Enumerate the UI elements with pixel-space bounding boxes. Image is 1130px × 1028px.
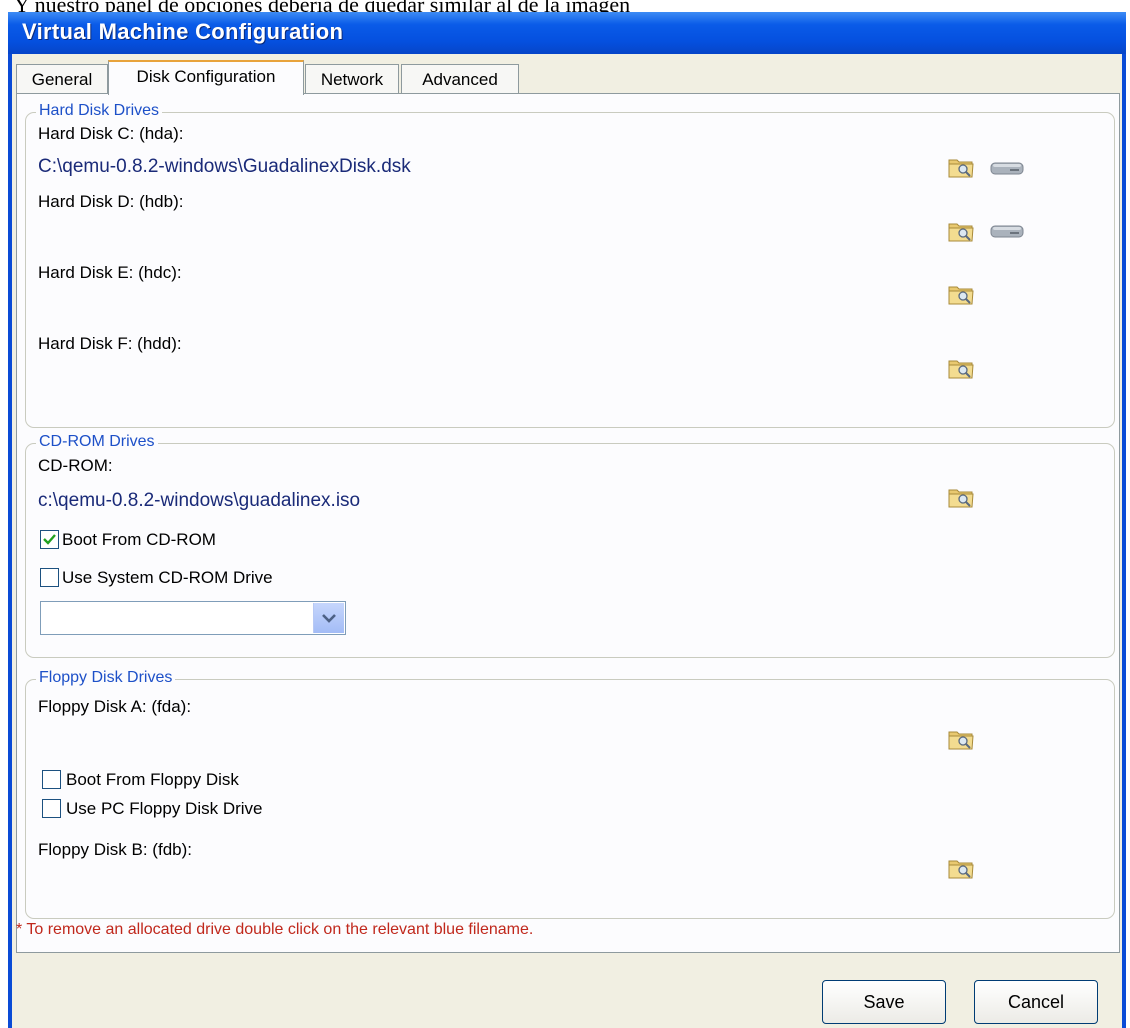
- dropdown-button[interactable]: [313, 603, 344, 633]
- hard-drive-icon[interactable]: [990, 224, 1024, 238]
- remove-drive-note: * To remove an allocated drive double cl…: [16, 921, 534, 938]
- vm-config-window: Virtual Machine Configuration General Di…: [8, 12, 1126, 1028]
- boot-from-floppy-label[interactable]: Boot From Floppy Disk: [66, 770, 239, 790]
- folder-browse-icon[interactable]: [948, 220, 974, 242]
- title-bar[interactable]: Virtual Machine Configuration: [8, 12, 1126, 54]
- group-title: Hard Disk Drives: [36, 102, 163, 120]
- tab-disk-configuration[interactable]: Disk Configuration: [108, 60, 304, 95]
- checkmark-icon: [43, 534, 56, 545]
- tab-advanced[interactable]: Advanced: [401, 64, 519, 94]
- cdrom-path[interactable]: c:\qemu-0.8.2-windows\guadalinex.iso: [38, 490, 360, 512]
- window-title: Virtual Machine Configuration: [22, 19, 344, 44]
- folder-browse-icon[interactable]: [948, 283, 974, 305]
- hard-disk-drives-group: Hard Disk Drives Hard Disk C: (hda): C:\…: [25, 102, 1115, 428]
- cdrom-drives-group: CD-ROM Drives CD-ROM: c:\qemu-0.8.2-wind…: [25, 433, 1115, 658]
- cdrom-drive-select[interactable]: [40, 601, 346, 635]
- use-pc-floppy-label[interactable]: Use PC Floppy Disk Drive: [66, 799, 263, 819]
- boot-from-cdrom-label[interactable]: Boot From CD-ROM: [62, 530, 216, 550]
- folder-browse-icon[interactable]: [948, 857, 974, 879]
- boot-from-floppy-checkbox[interactable]: [42, 770, 61, 789]
- hard-disk-d-label: Hard Disk D: (hdb):: [38, 192, 184, 211]
- folder-browse-icon[interactable]: [948, 486, 974, 508]
- hard-disk-e-label: Hard Disk E: (hdc):: [38, 263, 182, 282]
- cdrom-label: CD-ROM:: [38, 456, 113, 475]
- folder-browse-icon[interactable]: [948, 357, 974, 379]
- use-system-cdrom-label[interactable]: Use System CD-ROM Drive: [62, 568, 273, 588]
- group-title: CD-ROM Drives: [36, 433, 158, 451]
- button-bar: Save Cancel: [16, 954, 1120, 1028]
- use-system-cdrom-checkbox[interactable]: [40, 568, 59, 587]
- hard-disk-c-path[interactable]: C:\qemu-0.8.2-windows\GuadalinexDisk.dsk: [38, 156, 411, 178]
- boot-from-cdrom-checkbox[interactable]: [40, 530, 59, 549]
- floppy-a-label: Floppy Disk A: (fda):: [38, 697, 192, 716]
- use-pc-floppy-checkbox[interactable]: [42, 799, 61, 818]
- floppy-disk-drives-group: Floppy Disk Drives Floppy Disk A: (fda):…: [25, 669, 1115, 919]
- folder-browse-icon[interactable]: [948, 728, 974, 750]
- group-title: Floppy Disk Drives: [36, 669, 176, 687]
- floppy-b-label: Floppy Disk B: (fdb):: [38, 840, 192, 859]
- hard-disk-c-label: Hard Disk C: (hda):: [38, 124, 184, 143]
- disk-configuration-page: Hard Disk Drives Hard Disk C: (hda): C:\…: [16, 93, 1120, 953]
- hard-drive-icon[interactable]: [990, 161, 1024, 175]
- tab-general[interactable]: General: [16, 64, 108, 94]
- folder-browse-icon[interactable]: [948, 156, 974, 178]
- cancel-button[interactable]: Cancel: [974, 980, 1098, 1024]
- save-button[interactable]: Save: [822, 980, 946, 1024]
- hard-disk-f-label: Hard Disk F: (hdd):: [38, 334, 182, 353]
- tab-network[interactable]: Network: [305, 64, 399, 94]
- window-client: General Disk Configuration Network Advan…: [12, 54, 1122, 1028]
- chevron-down-icon: [322, 614, 336, 623]
